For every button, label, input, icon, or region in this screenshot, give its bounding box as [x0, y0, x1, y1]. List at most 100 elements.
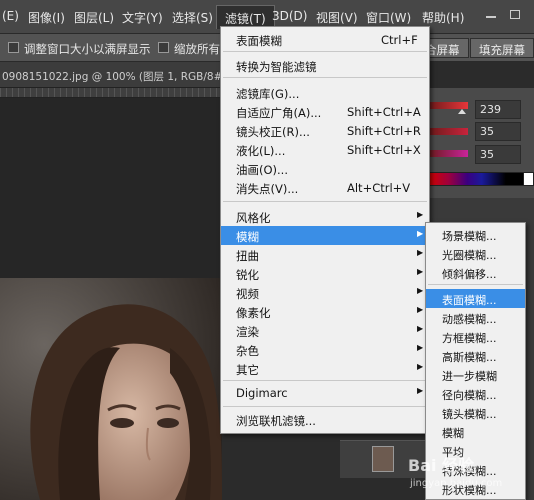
filter-menu-item-label: 滤镜库(G)... [236, 87, 300, 101]
filter-menu-item-label: 像素化 [236, 306, 271, 320]
filter-menu-item[interactable]: 自适应广角(A)... Shift+Ctrl+A [221, 102, 429, 121]
blur-submenu-item-label: 径向模糊... [442, 389, 497, 402]
white-swatch[interactable] [523, 172, 534, 186]
menu-image[interactable]: 图像(I) [28, 9, 65, 26]
menu-separator [223, 406, 427, 407]
red-slider-handle-icon[interactable] [458, 109, 466, 114]
submenu-arrow-icon: ▶ [417, 343, 424, 352]
filter-menu-item[interactable]: 转换为智能滤镜 [221, 56, 429, 75]
ruler [0, 88, 220, 98]
filter-menu-item-shortcut: Ctrl+F [381, 33, 418, 47]
resize-window-checkbox[interactable] [8, 42, 19, 53]
menu-help[interactable]: 帮助(H) [422, 9, 464, 26]
menu-separator [223, 201, 427, 202]
blur-submenu-item[interactable]: 场景模糊... [426, 225, 525, 244]
filter-menu-item[interactable]: Digimarc ▶ [221, 383, 429, 402]
blur-submenu-item[interactable]: 方框模糊... [426, 327, 525, 346]
menu-window[interactable]: 窗口(W) [366, 9, 411, 26]
filter-menu-item[interactable]: 锐化 ▶ [221, 264, 429, 283]
blur-submenu-item-label: 倾斜偏移... [442, 268, 497, 281]
zoom-all-label: 缩放所有 [174, 42, 220, 56]
watermark-subtext: jingyan.baidu.com [410, 478, 503, 489]
green-value-field[interactable]: 35 [475, 122, 521, 141]
blur-submenu-item[interactable]: 动感模糊... [426, 308, 525, 327]
blur-submenu-item-label: 模糊 [442, 427, 464, 440]
filter-menu-item[interactable]: 扭曲 ▶ [221, 245, 429, 264]
menu-type[interactable]: 文字(Y) [122, 9, 163, 26]
filter-menu-item[interactable]: 像素化 ▶ [221, 302, 429, 321]
blur-submenu-item-label: 镜头模糊... [442, 408, 497, 421]
portrait-image [0, 278, 222, 500]
baidu-watermark: Bai 经验 jingyan.baidu.com [400, 452, 520, 496]
submenu-arrow-icon: ▶ [417, 286, 424, 295]
submenu-arrow-icon: ▶ [417, 267, 424, 276]
filter-menu-item[interactable]: 液化(L)... Shift+Ctrl+X [221, 140, 429, 159]
blur-submenu-item[interactable]: 倾斜偏移... [426, 263, 525, 282]
menu-select[interactable]: 选择(S) [172, 9, 213, 26]
filter-menu-item-label: 油画(O)... [236, 163, 288, 177]
layer-thumbnail-icon[interactable] [372, 446, 394, 472]
blue-value-field[interactable]: 35 [475, 145, 521, 164]
filter-menu-item[interactable]: 其它 ▶ [221, 359, 429, 378]
menu-edit[interactable]: (E) [2, 9, 19, 23]
color-panel: 239 35 35 [428, 88, 534, 198]
filter-menu-item-shortcut: Shift+Ctrl+X [347, 143, 421, 157]
blur-submenu-item[interactable]: 进一步模糊 [426, 365, 525, 384]
blur-submenu-item-label: 表面模糊... [442, 294, 497, 307]
filter-menu-item-label: 镜头校正(R)... [236, 125, 310, 139]
blur-submenu-item-label: 光圈模糊... [442, 249, 497, 262]
canvas-background [0, 98, 222, 278]
filter-menu-item-shortcut: Shift+Ctrl+R [347, 124, 421, 138]
blur-submenu-item-label: 场景模糊... [442, 230, 497, 243]
fill-screen-button[interactable]: 填充屏幕 [470, 38, 534, 58]
filter-menu-item[interactable]: 杂色 ▶ [221, 340, 429, 359]
resize-window-label: 调整窗口大小以满屏显示 [24, 42, 151, 56]
filter-menu-item-label: 渲染 [236, 325, 259, 339]
filter-menu-item-label: 浏览联机滤镜... [236, 414, 316, 428]
blur-submenu-item-label: 进一步模糊 [442, 370, 497, 383]
zoom-all-checkbox[interactable] [158, 42, 169, 53]
red-value-field[interactable]: 239 [475, 100, 521, 119]
submenu-arrow-icon: ▶ [417, 386, 424, 395]
filter-menu-item[interactable]: 渲染 ▶ [221, 321, 429, 340]
filter-menu-item[interactable]: 风格化 ▶ [221, 207, 429, 226]
green-slider[interactable] [428, 128, 468, 135]
menu-separator [428, 284, 523, 285]
menu-separator [223, 380, 427, 381]
filter-menu-item-label: 锐化 [236, 268, 259, 282]
blue-slider[interactable] [428, 150, 468, 157]
blur-submenu-item[interactable]: 径向模糊... [426, 384, 525, 403]
red-slider[interactable] [428, 102, 468, 109]
blur-submenu-item-label: 方框模糊... [442, 332, 497, 345]
document-tab[interactable]: 0908151022.jpg @ 100% (图层 1, RGB/8#) * [0, 62, 235, 88]
photo-canvas[interactable] [0, 278, 222, 500]
menu-view[interactable]: 视图(V) [316, 9, 358, 26]
minimize-icon[interactable] [486, 16, 496, 18]
restore-icon[interactable] [510, 10, 520, 19]
filter-menu-item-label: 表面模糊 [236, 34, 282, 48]
filter-menu: 表面模糊 Ctrl+F 转换为智能滤镜滤镜库(G)... 自适应广角(A)... Shi… [220, 26, 430, 434]
watermark-text: Bai 经验 [408, 456, 475, 475]
filter-menu-item[interactable]: 镜头校正(R)... Shift+Ctrl+R [221, 121, 429, 140]
blur-submenu-item[interactable]: 模糊 [426, 422, 525, 441]
blur-submenu-item-label: 动感模糊... [442, 313, 497, 326]
filter-menu-item[interactable]: 消失点(V)... Alt+Ctrl+V [221, 178, 429, 197]
filter-menu-item-label: 自适应广角(A)... [236, 106, 322, 120]
blur-submenu-item[interactable]: 镜头模糊... [426, 403, 525, 422]
filter-menu-item-label: 风格化 [236, 211, 271, 225]
color-spectrum[interactable] [428, 172, 526, 186]
menu-3d[interactable]: 3D(D) [272, 9, 307, 23]
filter-menu-item-label: 扭曲 [236, 249, 259, 263]
blur-submenu-item[interactable]: 高斯模糊... [426, 346, 525, 365]
menu-layer[interactable]: 图层(L) [74, 9, 114, 26]
filter-menu-item-shortcut: Shift+Ctrl+A [347, 105, 421, 119]
filter-menu-item[interactable]: 浏览联机滤镜... [221, 410, 429, 429]
filter-menu-item[interactable]: 滤镜库(G)... [221, 83, 429, 102]
blur-submenu-item[interactable]: 光圈模糊... [426, 244, 525, 263]
filter-menu-item[interactable]: 油画(O)... [221, 159, 429, 178]
blur-submenu-item[interactable]: 表面模糊... [426, 289, 525, 308]
submenu-arrow-icon: ▶ [417, 362, 424, 371]
filter-menu-item[interactable]: 视频 ▶ [221, 283, 429, 302]
filter-menu-item[interactable]: 模糊 ▶ [221, 226, 429, 245]
filter-menu-item[interactable]: 表面模糊 Ctrl+F [221, 30, 429, 49]
